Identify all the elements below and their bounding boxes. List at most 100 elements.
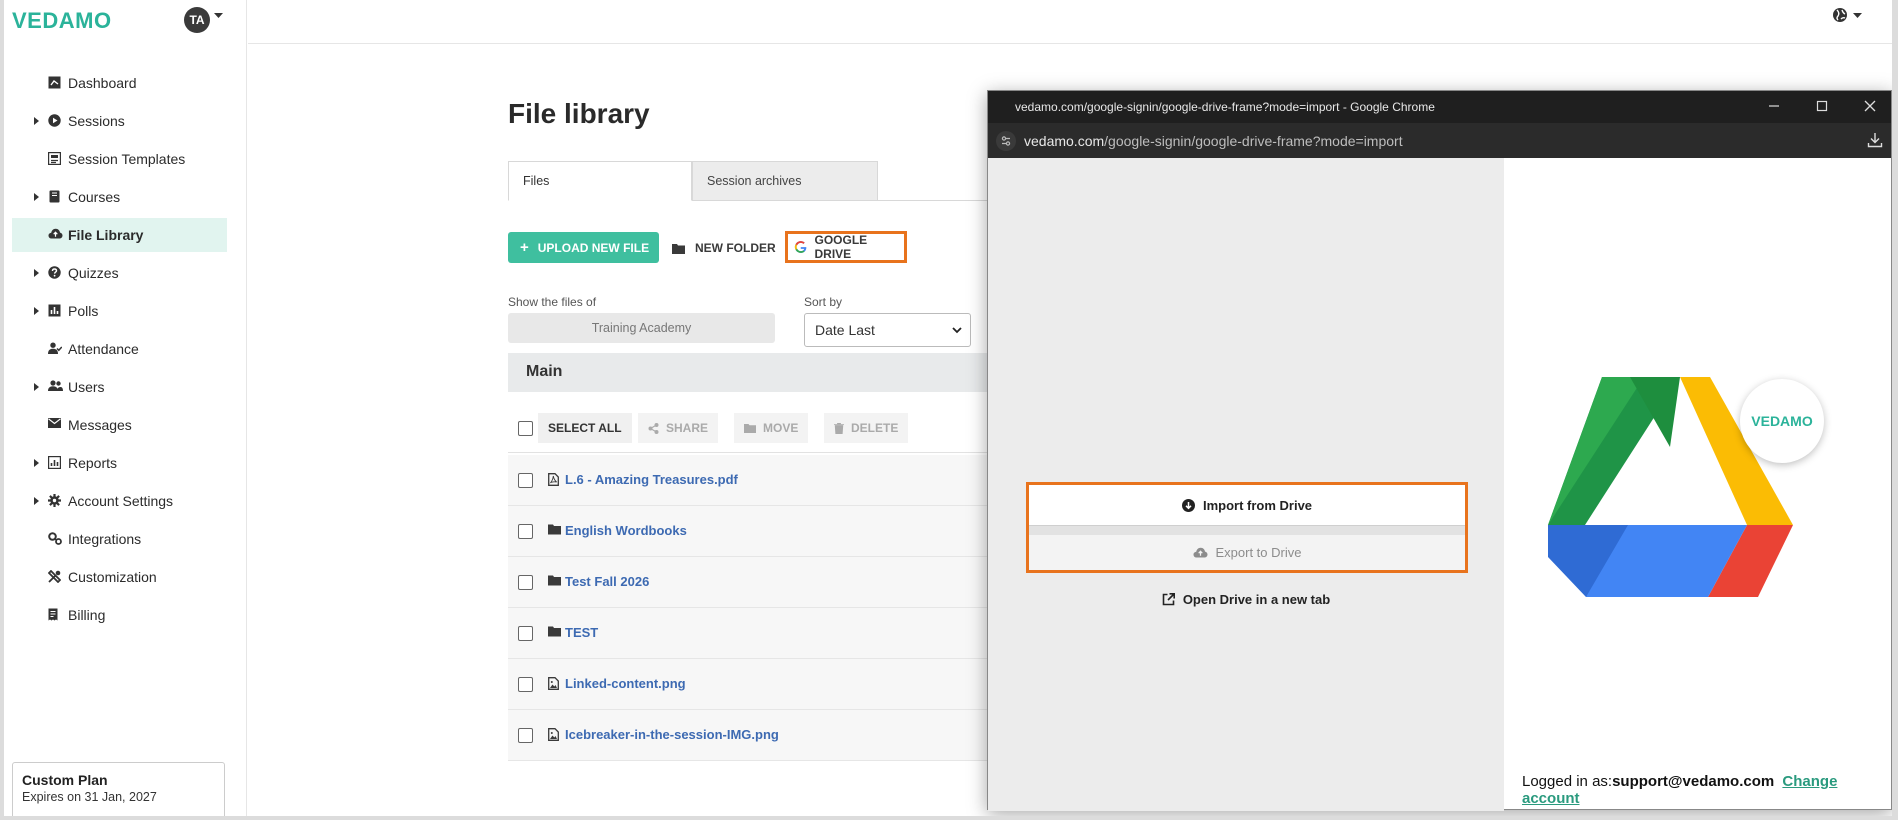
new-folder-button[interactable]: NEW FOLDER [672, 236, 776, 260]
file-name-link[interactable]: L.6 - Amazing Treasures.pdf [565, 472, 738, 487]
upload-new-file-button[interactable]: + UPLOAD NEW FILE [508, 232, 659, 263]
sidebar-item-label: Dashboard [68, 75, 137, 91]
sidebar-item-integrations[interactable]: Integrations [12, 522, 227, 556]
move-button[interactable]: MOVE [734, 413, 809, 443]
cloud-icon [48, 228, 63, 242]
bulk-actions-row: SELECT ALL SHARE MOVE DELETE [508, 403, 1008, 453]
sidebar-nav: Dashboard Sessions Session Templates Course… [12, 66, 227, 636]
tab-session-archives[interactable]: Session archives [692, 161, 878, 201]
chevron-down-icon[interactable] [214, 13, 223, 19]
sidebar-item-billing[interactable]: Billing [12, 598, 227, 632]
download-icon[interactable] [1867, 132, 1883, 148]
logged-label: Logged in as: [1522, 773, 1613, 790]
file-name-link[interactable]: English Wordbooks [565, 523, 687, 538]
vedamo-logo[interactable]: VEDAMO [12, 8, 112, 34]
file-checkbox[interactable] [518, 677, 533, 692]
question-icon [48, 266, 62, 280]
file-checkbox[interactable] [518, 626, 533, 641]
sidebar-item-sessions[interactable]: Sessions [12, 104, 227, 138]
file-row[interactable]: Test Fall 2026 [508, 557, 1008, 608]
book-icon [48, 190, 62, 204]
caret-right-icon[interactable] [34, 383, 39, 391]
open-drive-new-tab-link[interactable]: Open Drive in a new tab [988, 592, 1504, 607]
file-name-link[interactable]: Linked-content.png [565, 676, 686, 691]
file-checkbox[interactable] [518, 575, 533, 590]
popup-window-title: vedamo.com/google-signin/google-drive-fr… [1015, 100, 1435, 114]
globe-icon[interactable] [1832, 7, 1848, 23]
file-name-link[interactable]: Icebreaker-in-the-session-IMG.png [565, 727, 779, 742]
pdf-file-icon [548, 473, 559, 486]
sort-by-select[interactable]: Date Last [804, 313, 971, 347]
sidebar-item-courses[interactable]: Courses [12, 180, 227, 214]
caret-right-icon[interactable] [34, 459, 39, 467]
sidebar-item-file-library[interactable]: File Library [12, 218, 227, 252]
folder-icon [548, 626, 561, 637]
logged-in-info: Logged in as:support@vedamo.com Change a… [1522, 773, 1891, 807]
file-checkbox[interactable] [518, 473, 533, 488]
sidebar-item-users[interactable]: Users [12, 370, 227, 404]
caret-right-icon[interactable] [34, 269, 39, 277]
file-row[interactable]: Icebreaker-in-the-session-IMG.png [508, 710, 1008, 761]
integrations-icon [48, 532, 62, 546]
sidebar-item-dashboard[interactable]: Dashboard [12, 66, 227, 100]
show-files-label: Show the files of [508, 295, 597, 309]
delete-button[interactable]: DELETE [824, 413, 909, 443]
sidebar: VEDAMO TA Dashboard Sessions Session Templ… [4, 0, 247, 816]
file-row[interactable]: L.6 - Amazing Treasures.pdf [508, 455, 1008, 506]
trash-icon [834, 422, 844, 434]
envelope-icon [48, 418, 62, 432]
external-link-icon [1162, 593, 1175, 606]
close-icon[interactable] [1863, 99, 1877, 113]
sidebar-item-messages[interactable]: Messages [12, 408, 227, 442]
new-folder-label: NEW FOLDER [695, 241, 776, 255]
share-button[interactable]: SHARE [638, 413, 719, 443]
sidebar-item-account-settings[interactable]: Account Settings [12, 484, 227, 518]
google-drive-popup: vedamo.com/google-signin/google-drive-fr… [987, 90, 1892, 811]
caret-right-icon[interactable] [34, 117, 39, 125]
image-file-icon [548, 728, 559, 741]
sidebar-item-session-templates[interactable]: Session Templates [12, 142, 227, 176]
import-from-drive-button[interactable]: Import from Drive [1029, 485, 1465, 526]
google-drive-label: GOOGLE DRIVE [814, 233, 868, 261]
file-row[interactable]: English Wordbooks [508, 506, 1008, 557]
image-file-icon [548, 677, 559, 690]
minimize-icon[interactable] [1767, 99, 1781, 113]
sidebar-item-label: Messages [68, 417, 132, 433]
avatar[interactable]: TA [184, 7, 210, 33]
file-checkbox[interactable] [518, 728, 533, 743]
import-label: Import from Drive [1202, 497, 1313, 513]
template-icon [48, 152, 62, 166]
sidebar-item-label: Courses [68, 189, 121, 205]
sidebar-item-label: Session Templates [68, 151, 186, 167]
caret-right-icon[interactable] [34, 497, 39, 505]
file-checkbox[interactable] [518, 524, 533, 539]
file-name-link[interactable]: TEST [565, 625, 598, 640]
export-to-drive-button[interactable]: Export to Drive [1029, 535, 1465, 570]
gear-icon [48, 494, 62, 508]
file-row[interactable]: Linked-content.png [508, 659, 1008, 710]
select-all-checkbox[interactable] [518, 421, 533, 436]
google-drive-button[interactable]: GOOGLE DRIVE [785, 231, 907, 263]
sidebar-item-polls[interactable]: Polls [12, 294, 227, 328]
site-settings-icon[interactable] [996, 131, 1016, 151]
popup-url-text[interactable]: vedamo.com/google-signin/google-drive-fr… [1024, 133, 1403, 149]
billing-icon [48, 608, 62, 622]
show-files-select[interactable]: Training Academy [508, 313, 775, 343]
file-name-link[interactable]: Test Fall 2026 [565, 574, 649, 589]
sidebar-item-quizzes[interactable]: Quizzes [12, 256, 227, 290]
sidebar-item-attendance[interactable]: Attendance [12, 332, 227, 366]
poll-icon [48, 304, 62, 318]
sidebar-item-label: Billing [68, 607, 106, 623]
caret-right-icon[interactable] [34, 193, 39, 201]
select-all-button[interactable]: SELECT ALL [538, 413, 632, 443]
sidebar-item-label: Integrations [68, 531, 142, 547]
sidebar-item-reports[interactable]: Reports [12, 446, 227, 480]
plan-title: Custom Plan [22, 772, 108, 788]
tab-files[interactable]: Files [508, 161, 692, 201]
chevron-down-icon[interactable] [1853, 13, 1862, 19]
maximize-icon[interactable] [1815, 99, 1829, 113]
sidebar-item-customization[interactable]: Customization [12, 560, 227, 594]
caret-right-icon[interactable] [34, 307, 39, 315]
plan-box[interactable]: Custom Plan Expires on 31 Jan, 2027 [12, 762, 225, 816]
file-row[interactable]: TEST [508, 608, 1008, 659]
